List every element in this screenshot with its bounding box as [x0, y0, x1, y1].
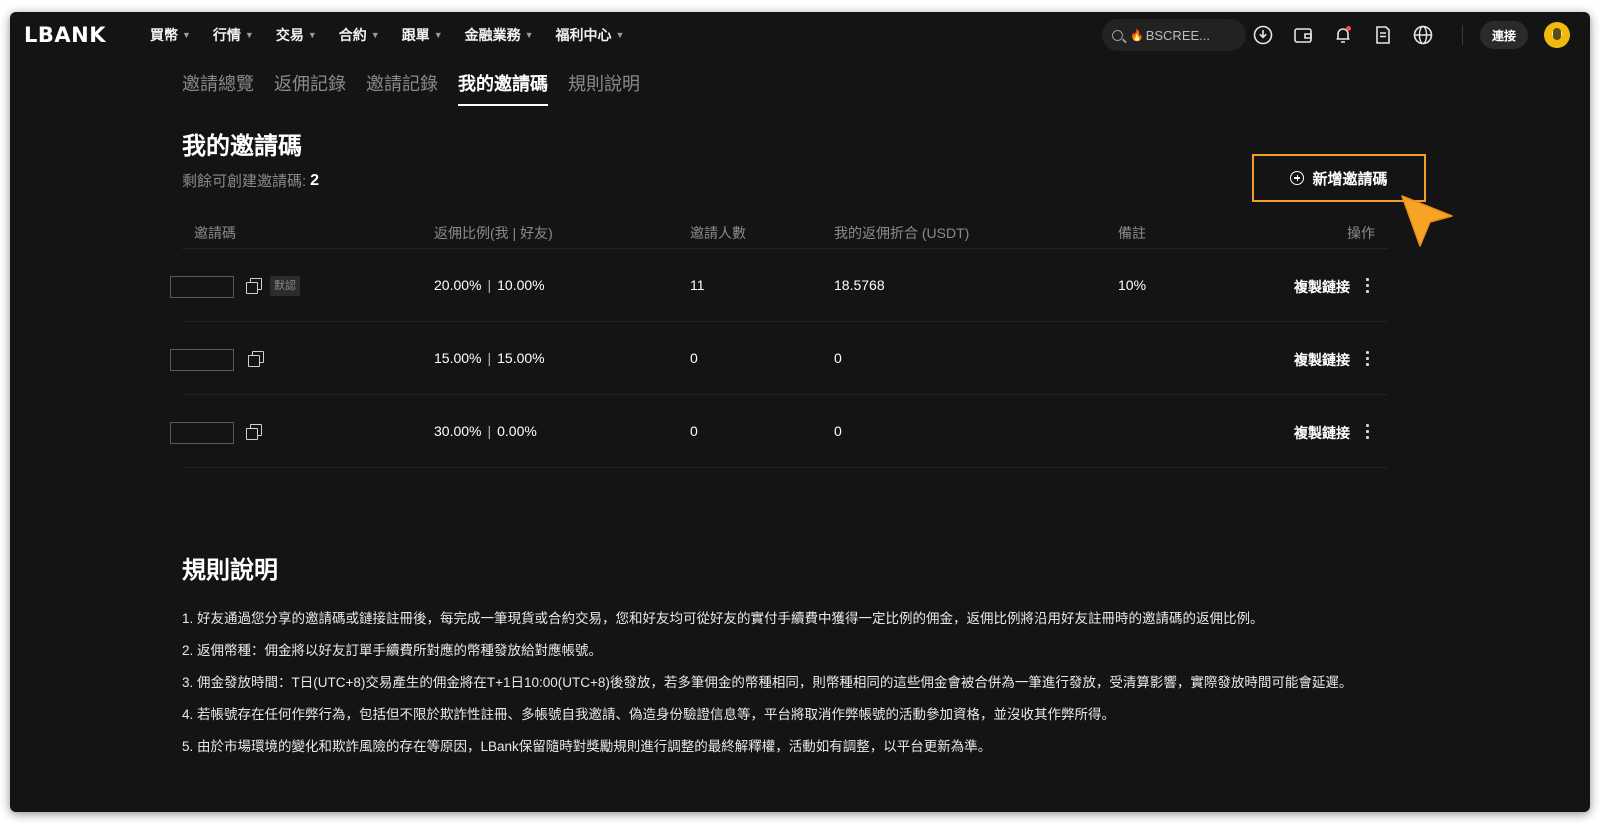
col-invite-code: 邀請碼 [194, 225, 236, 241]
referral-tabs: 邀請總覽 返佣記錄 邀請記錄 我的邀請碼 規則說明 [182, 70, 660, 110]
orders-icon[interactable] [1372, 24, 1394, 46]
chevron-down-icon: ▼ [524, 30, 534, 40]
table-row: 30.00% | 0.00% 0 0 複製鏈接 [170, 395, 1388, 468]
copy-link-button[interactable]: 複製鏈接 [1294, 277, 1350, 297]
download-icon[interactable] [1252, 24, 1274, 46]
menu-buy-crypto[interactable]: 買幣 ▼ [150, 25, 191, 45]
fire-icon: 🔥 [1130, 29, 1144, 42]
menu-finance[interactable]: 金融業務 ▼ [465, 25, 534, 45]
menu-rewards-center[interactable]: 福利中心 ▼ [556, 25, 625, 45]
chevron-down-icon: ▼ [433, 30, 443, 40]
list-item: 2. 返佣幣種：佣金將以好友訂單手續費所對應的幣種發放給對應帳號。 [182, 643, 602, 658]
search-box[interactable]: 🔥 [1102, 19, 1246, 51]
table-header: 邀請碼 返佣比例(我 | 好友) 邀請人數 我的返佣折合 (USDT) 備註 操… [182, 217, 1388, 249]
col-my-commission: 我的返佣折合 (USDT) [834, 225, 970, 241]
copy-link-button[interactable]: 複製鏈接 [1294, 423, 1350, 443]
commission-value: 18.5768 [834, 277, 885, 293]
col-invited-count: 邀請人數 [690, 225, 746, 241]
invite-code-value [170, 422, 234, 444]
tab-rules[interactable]: 規則說明 [568, 70, 640, 106]
invited-count: 0 [690, 423, 698, 439]
tab-my-invite-codes[interactable]: 我的邀請碼 [458, 70, 548, 106]
page-title: 我的邀請碼 [182, 133, 302, 160]
table-row: 15.00% | 15.00% 0 0 複製鏈接 [170, 322, 1388, 395]
menu-futures[interactable]: 合約 ▼ [339, 25, 380, 45]
top-nav: LBANK 買幣 ▼ 行情 ▼ 交易 ▼ 合約 ▼ 跟單 ▼ 金融業務 ▼ 福利中心 ▼ 🔥 [10, 12, 1590, 58]
invited-count: 11 [690, 277, 705, 293]
invite-code-value [170, 276, 234, 298]
new-invite-code-label: 新增邀請碼 [1312, 170, 1388, 188]
commission-value: 0 [834, 423, 842, 439]
menu-markets[interactable]: 行情 ▼ [213, 25, 254, 45]
rules-title: 規則說明 [182, 557, 278, 584]
more-options-icon[interactable] [1362, 276, 1372, 294]
note: 10% [1118, 277, 1147, 293]
remaining-codes: 剩餘可創建邀請碼: 2 [182, 170, 319, 191]
copy-link-button[interactable]: 複製鏈接 [1294, 350, 1350, 370]
connect-button[interactable]: 連接 [1480, 21, 1528, 49]
app-window: LBANK 買幣 ▼ 行情 ▼ 交易 ▼ 合約 ▼ 跟單 ▼ 金融業務 ▼ 福利中心 ▼ 🔥 [10, 12, 1590, 812]
copy-icon[interactable] [246, 278, 262, 294]
remaining-count: 2 [310, 171, 320, 189]
divider [1462, 25, 1463, 45]
copy-icon[interactable] [246, 424, 262, 440]
menu-trade[interactable]: 交易 ▼ [276, 25, 317, 45]
chevron-down-icon: ▼ [307, 30, 317, 40]
commission-rate: 20.00% | 10.00% [434, 277, 545, 293]
chevron-down-icon: ▼ [182, 30, 191, 40]
list-item: 1. 好友通過您分享的邀請碼或鏈接註冊後，每完成一筆現貨或合約交易，您和好友均可從… [182, 611, 1264, 626]
rules-list: 1. 好友通過您分享的邀請碼或鏈接註冊後，每完成一筆現貨或合約交易，您和好友均可從… [182, 608, 1382, 768]
tab-invite-records[interactable]: 邀請記錄 [366, 70, 438, 106]
commission-rate: 30.00% | 0.00% [434, 423, 537, 439]
chevron-down-icon: ▼ [370, 30, 380, 40]
col-action: 操作 [1347, 225, 1375, 241]
tab-commission-records[interactable]: 返佣記錄 [274, 70, 346, 106]
table-row: 默認 20.00% | 10.00% 11 18.5768 10% 複製鏈接 [170, 249, 1388, 322]
list-item: 3. 佣金發放時間：T日(UTC+8)交易產生的佣金將在T+1日10:00(UTC… [182, 675, 1353, 690]
search-input[interactable] [1145, 27, 1230, 43]
copy-icon[interactable] [248, 351, 264, 367]
pointer-arrow-icon [1401, 195, 1453, 247]
globe-icon[interactable] [1412, 24, 1434, 46]
list-item: 5. 由於市場環境的變化和欺詐風險的存在等原因，LBank保留隨時對獎勵規則進行調… [182, 739, 992, 754]
col-note: 備註 [1118, 225, 1146, 241]
avatar[interactable] [1544, 22, 1570, 48]
more-options-icon[interactable] [1362, 349, 1372, 367]
main-menu: 買幣 ▼ 行情 ▼ 交易 ▼ 合約 ▼ 跟單 ▼ 金融業務 ▼ 福利中心 ▼ [150, 12, 646, 58]
more-options-icon[interactable] [1362, 422, 1372, 440]
commission-value: 0 [834, 350, 842, 366]
list-item: 4. 若帳號存在任何作弊行為，包括但不限於欺詐性註冊、多帳號自我邀請、偽造身份驗證… [182, 707, 1115, 722]
tab-invite-overview[interactable]: 邀請總覽 [182, 70, 254, 106]
logo[interactable]: LBANK [24, 23, 106, 47]
col-commission-rate: 返佣比例(我 | 好友) [434, 225, 553, 241]
default-badge: 默認 [270, 276, 300, 296]
invited-count: 0 [690, 350, 698, 366]
wallet-icon[interactable] [1292, 24, 1314, 46]
chevron-down-icon: ▼ [615, 30, 625, 40]
search-icon [1112, 29, 1123, 41]
commission-rate: 15.00% | 15.00% [434, 350, 545, 366]
plus-circle-icon [1290, 171, 1305, 185]
remaining-label: 剩餘可創建邀請碼: [182, 173, 307, 190]
chevron-down-icon: ▼ [244, 30, 254, 40]
menu-copy-trading[interactable]: 跟單 ▼ [402, 25, 443, 45]
invite-code-value [170, 349, 234, 371]
bell-icon[interactable] [1332, 24, 1354, 46]
